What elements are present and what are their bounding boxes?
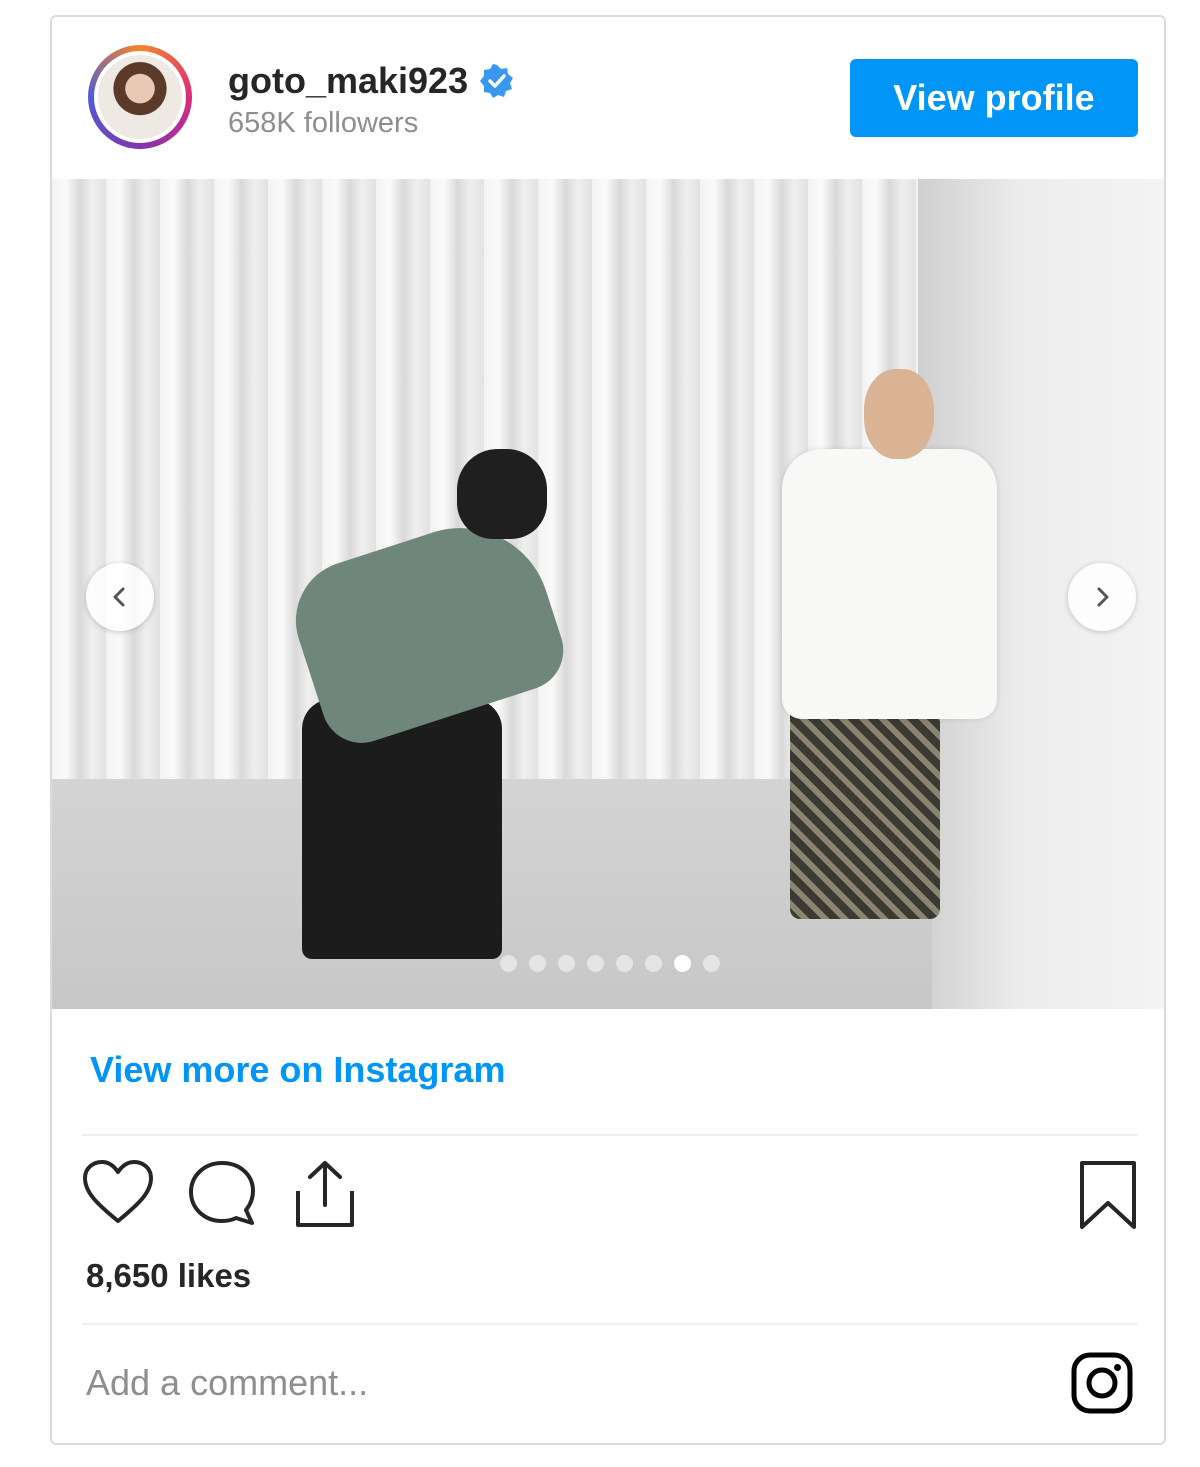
view-profile-button[interactable]: View profile [850,59,1138,137]
carousel-dot-active [674,955,691,972]
chevron-right-icon [1097,587,1109,607]
carousel-dot [616,955,633,972]
avatar[interactable] [88,45,192,149]
person-posing-body [782,449,997,719]
carousel-dot [703,955,720,972]
person-posing-head [864,369,934,459]
person-photographer-legs [302,699,502,959]
username-row: goto_maki923 [228,59,514,103]
comment-input[interactable] [86,1353,986,1413]
carousel-prev-button[interactable] [86,563,154,631]
instagram-embed-card: goto_maki923 658K followers View profile [50,15,1166,1445]
bookmark-icon[interactable] [1078,1159,1138,1236]
like-count: 8,650 likes [86,1257,252,1294]
verified-badge-icon [480,64,514,98]
share-icon[interactable] [292,1159,358,1234]
heart-icon[interactable] [82,1159,154,1230]
action-bar [82,1159,1138,1231]
carousel-dot [529,955,546,972]
view-more-link[interactable]: View more on Instagram [90,1049,505,1091]
carousel-dot [645,955,662,972]
carousel-dot [587,955,604,972]
comment-icon[interactable] [186,1159,258,1234]
avatar-image [94,51,186,143]
divider [82,1323,1138,1325]
divider [82,1134,1138,1136]
carousel-next-button[interactable] [1068,563,1136,631]
carousel-dot [558,955,575,972]
person-posing-legs [790,699,940,919]
follower-count: 658K followers [228,107,419,139]
carousel-indicator [500,955,720,972]
post-header: goto_maki923 658K followers View profile [52,17,1164,179]
chevron-left-icon [113,587,125,607]
instagram-logo-icon[interactable] [1070,1351,1134,1415]
person-photographer-head [457,449,547,539]
carousel-dot [500,955,517,972]
post-media-carousel[interactable] [52,179,1164,1009]
username[interactable]: goto_maki923 [228,60,468,102]
